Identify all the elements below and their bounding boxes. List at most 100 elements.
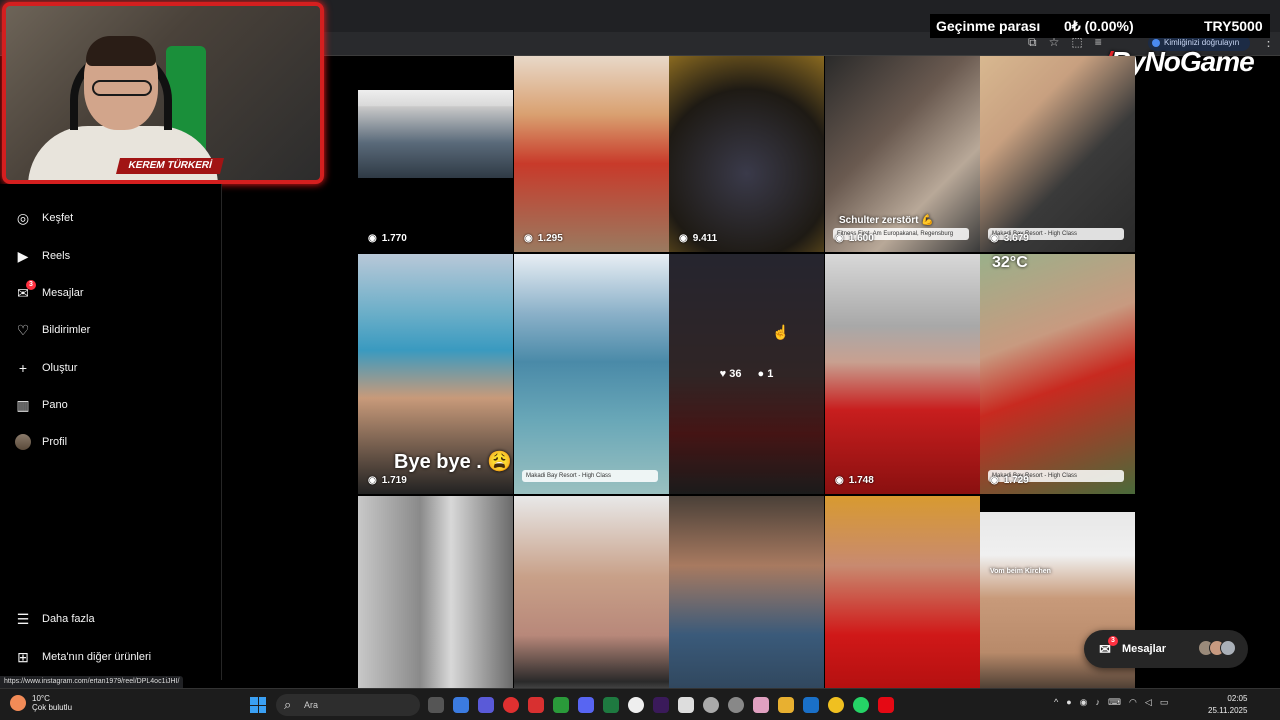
eye-icon: ◉ [368, 475, 377, 486]
sidebar-item-label: Mesajlar [42, 287, 84, 299]
view-count-value: 1.295 [537, 233, 563, 244]
reel-tile[interactable]: Makadi Bay Resort - High Class [514, 254, 669, 494]
reel-tile[interactable]: 32°C Makadi Bay Resort - High Class ◉ 1.729 [980, 254, 1135, 494]
meta-apps-icon: ⊞ [17, 648, 29, 665]
teams-icon[interactable] [478, 697, 494, 713]
sidebar-item-label: Reels [42, 250, 71, 262]
view-count-value: 1.600 [848, 233, 874, 244]
volume-icon[interactable]: ◁ [1145, 697, 1152, 708]
mouse-cursor: ☝ [772, 324, 790, 340]
reel-tile[interactable]: ♥ 36 ● 1 [669, 254, 824, 494]
chevron-up-icon[interactable]: ^ [1054, 697, 1058, 708]
premiere-icon[interactable] [653, 697, 669, 713]
keyboard-icon[interactable]: ⌨ [1108, 697, 1121, 708]
sidebar-item-7[interactable]: Profil [14, 430, 67, 454]
reel-tile[interactable]: ◉ 1.295 [514, 56, 669, 252]
reel-tile[interactable] [514, 496, 669, 720]
reel-overlay-text: Vom beim Kirchen [990, 568, 1051, 575]
windows-taskbar: 10°C Çok bulutlu Ara [0, 688, 1280, 720]
sidebar-item-9[interactable]: ⊞ Meta'nın diğer ürünleri [14, 645, 151, 669]
reel-tile[interactable] [825, 496, 980, 720]
view-count-value: 3.679 [1003, 233, 1029, 244]
view-count: ◉ 9.411 [679, 233, 717, 244]
reel-tile[interactable] [358, 496, 513, 720]
messages-badge: 3 [1108, 636, 1118, 646]
reel-tile[interactable]: Makadi Bay Resort - High Class ◉ 3.679 [980, 56, 1135, 252]
avatar [15, 434, 31, 450]
profile-avatar [14, 433, 32, 451]
system-tray: ^ ● ◉ ♪ ⌨ ◠ ◁ ▭ [1054, 697, 1168, 708]
reel-tile[interactable]: ◉ 1.748 [825, 254, 980, 494]
hover-stats: ♥ 36 ● 1 [669, 254, 824, 494]
view-count: ◉ 3.679 [990, 233, 1029, 244]
excel-icon[interactable] [603, 697, 619, 713]
sidebar-item-5[interactable]: + Oluştur [14, 356, 78, 380]
app-icon[interactable] [628, 697, 644, 713]
app-icon[interactable] [753, 697, 769, 713]
wifi-icon[interactable]: ◠ [1129, 697, 1137, 708]
folder-icon[interactable] [778, 697, 794, 713]
reel-overlay-text: Bye bye . 😩 [394, 451, 513, 473]
messages-floating-button[interactable]: ✉ 3 Mesajlar [1084, 630, 1248, 668]
xbox-icon[interactable] [553, 697, 569, 713]
view-count: ◉ 1.600 [835, 233, 874, 244]
webcam-overlay: KEREM TÜRKERİ [2, 2, 324, 184]
sidebar-item-label: Keşfet [42, 212, 74, 224]
steam-icon[interactable] [728, 697, 744, 713]
file-icon[interactable] [678, 697, 694, 713]
reel-tile[interactable]: Schulter zerstört 💪 Fitness First, Am Eur… [825, 56, 980, 252]
windows-start-icon[interactable] [250, 697, 266, 713]
discord-icon[interactable] [578, 697, 594, 713]
netflix-icon[interactable] [878, 697, 894, 713]
sidebar-item-label: Daha fazla [42, 613, 95, 625]
battery-icon[interactable]: ▭ [1160, 697, 1169, 708]
network-icon[interactable]: ◉ [1080, 697, 1088, 708]
menu-icon: ☰ [16, 610, 30, 627]
sidebar-item-2[interactable]: ▶ Reels [14, 244, 71, 268]
reel-overlay-text: 32°C [992, 254, 1028, 271]
sidebar-item-1[interactable]: ◎ Keşfet [14, 206, 73, 230]
goal-label: Geçinme parası [936, 18, 1041, 34]
reels-icon: ▶ [17, 247, 29, 264]
view-count-value: 1.719 [381, 475, 407, 486]
copilot-icon[interactable] [453, 697, 469, 713]
heart-icon: ♡ [16, 321, 30, 338]
compass-icon: ◎ [16, 209, 30, 226]
avatar [1220, 640, 1236, 656]
clock-date: 25.11.2025 [1208, 706, 1248, 715]
weather-description: Çok bulutlu [32, 703, 73, 712]
app-icon[interactable] [528, 697, 544, 713]
plus-icon: + [18, 360, 28, 376]
comment-stat: ● 1 [758, 368, 774, 380]
task-view-icon[interactable] [428, 697, 444, 713]
view-count-value: 1.729 [1003, 475, 1029, 486]
whatsapp-icon[interactable] [853, 697, 869, 713]
taskbar-search[interactable]: Ara [276, 694, 420, 716]
reel-tile[interactable]: ◉ 1.770 [358, 90, 513, 252]
view-count-value: 1.770 [381, 233, 407, 244]
sidebar-item-4[interactable]: ♡ Bildirimler [14, 318, 91, 342]
reel-overlay-text: Schulter zerstört 💪 [839, 215, 934, 226]
shield-icon[interactable]: ● [1066, 697, 1071, 708]
mic-icon[interactable]: ♪ [1096, 697, 1101, 708]
opera-icon[interactable] [503, 697, 519, 713]
sidebar-item-label: Pano [42, 399, 68, 411]
reel-thumbnail [358, 90, 513, 178]
sidebar-item-6[interactable]: ▥ Pano [14, 393, 68, 417]
eye-icon: ◉ [368, 233, 377, 244]
taskbar-clock[interactable]: 02:05 25.11.2025 [1208, 693, 1247, 717]
sidebar-item-8[interactable]: ☰ Daha fazla [14, 607, 95, 631]
dashboard-icon: ▥ [16, 396, 30, 413]
eye-icon: ◉ [524, 233, 533, 244]
weather-widget[interactable]: 10°C Çok bulutlu [10, 694, 72, 712]
obs-icon[interactable] [703, 697, 719, 713]
reel-tile[interactable] [669, 496, 824, 720]
notification-badge: 3 [26, 280, 36, 290]
reel-tile[interactable]: Bye bye . 😩 ◉ 1.719 [358, 254, 513, 494]
outlook-icon[interactable] [803, 697, 819, 713]
chrome-icon[interactable] [828, 697, 844, 713]
sidebar-item-3[interactable]: ✉ 3 Mesajlar [14, 280, 84, 305]
location-tag: Makadi Bay Resort - High Class [522, 470, 658, 482]
reel-tile[interactable]: ◉ 9.411 [669, 56, 824, 252]
streamer-hair [86, 36, 156, 66]
